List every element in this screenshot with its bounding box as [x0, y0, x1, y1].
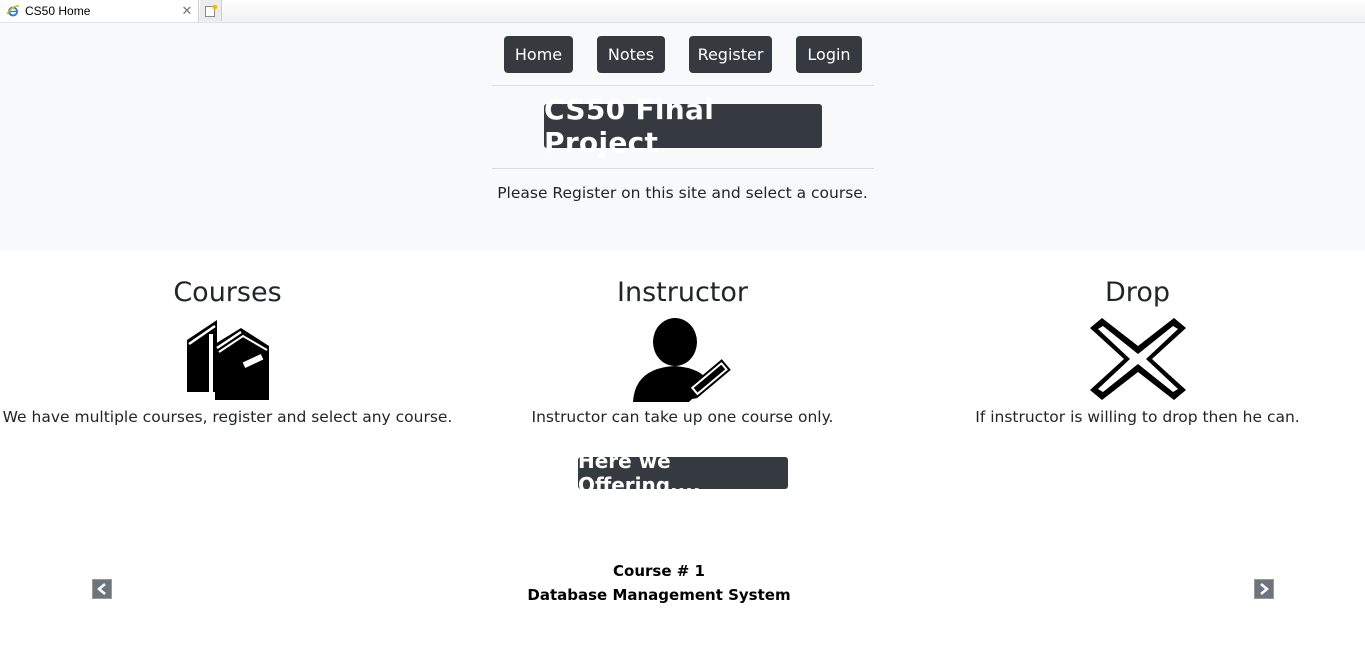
close-tab-icon[interactable]: ✕	[178, 4, 196, 19]
cross-icon	[1089, 318, 1186, 400]
chevron-right-icon	[1260, 583, 1269, 595]
chevron-left-icon	[97, 583, 106, 595]
offering-heading: Here we Offering....	[578, 449, 788, 497]
feature-heading: Drop	[1105, 277, 1170, 308]
feature-text: Instructor can take up one course only.	[531, 408, 834, 426]
hero-section: Home Notes Register Login CS50 Final Pro…	[0, 23, 1365, 250]
divider	[492, 168, 874, 169]
nav-notes-button[interactable]: Notes	[597, 36, 665, 73]
page-title: CS50 Final Project	[544, 93, 822, 159]
carousel-next-button[interactable]	[1254, 579, 1274, 599]
new-tab-icon	[204, 4, 217, 17]
feature-drop: Drop If instructor is willing to drop th…	[910, 276, 1365, 426]
course-carousel: Course # 1 Database Management System	[0, 555, 1365, 615]
nav-login-button[interactable]: Login	[796, 36, 862, 73]
hero-lead-text: Please Register on this site and select …	[497, 184, 868, 202]
tab-title: CS50 Home	[25, 4, 91, 18]
carousel-course-name: Database Management System	[527, 586, 791, 604]
books-icon	[186, 320, 269, 400]
carousel-prev-button[interactable]	[92, 579, 112, 599]
browser-tab[interactable]: CS50 Home ✕	[0, 0, 199, 22]
new-tab-button[interactable]	[200, 0, 222, 21]
feature-text: We have multiple courses, register and s…	[2, 408, 453, 426]
carousel-course-number: Course # 1	[613, 562, 705, 580]
nav-register-button[interactable]: Register	[689, 36, 772, 73]
feature-instructor: Instructor Instructor can take up one co…	[455, 276, 910, 426]
ie-logo-icon	[6, 5, 20, 17]
feature-heading: Courses	[173, 277, 282, 308]
divider	[492, 85, 874, 86]
nav-home-button[interactable]: Home	[504, 36, 573, 73]
top-nav: Home Notes Register Login	[0, 36, 1365, 73]
feature-text: If instructor is willing to drop then he…	[975, 408, 1300, 426]
instructor-edit-icon	[632, 318, 731, 402]
browser-tab-strip: CS50 Home ✕	[0, 0, 1365, 23]
feature-courses: Courses We have multiple courses, regist…	[0, 276, 455, 426]
feature-heading: Instructor	[617, 277, 748, 308]
